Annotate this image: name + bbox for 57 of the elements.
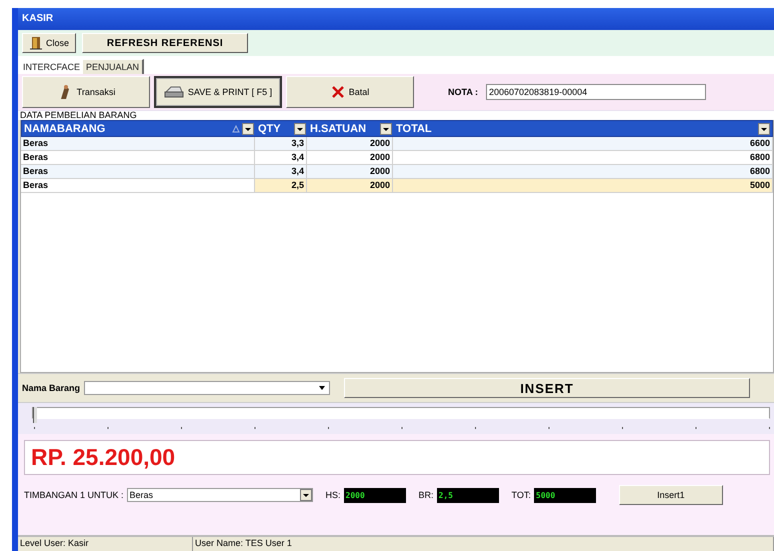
table-cell: 2000 xyxy=(307,165,393,179)
nota-label: NOTA : xyxy=(448,87,478,97)
close-button[interactable]: Close xyxy=(22,33,76,53)
nota-field[interactable]: 20060702083819-00004 xyxy=(486,84,706,100)
column-header[interactable]: NAMABARANG xyxy=(22,121,256,136)
table-cell: 2000 xyxy=(307,179,393,193)
dropdown-icon xyxy=(242,122,254,134)
readout-display: 2000 xyxy=(344,488,406,502)
item-dropdown[interactable]: Beras xyxy=(126,488,313,502)
dropdown-arrow-icon xyxy=(318,385,326,391)
grid-caption: DATA PEMBELIAN BARANG xyxy=(18,111,774,120)
readout-label: BR: xyxy=(418,490,434,500)
item-dropdown[interactable] xyxy=(84,381,330,395)
sort-icon xyxy=(232,124,240,132)
refresh-button[interactable]: REFRESH REFERENSI xyxy=(82,33,248,53)
window-title: KASIR xyxy=(18,8,774,30)
table-cell: 3,4 xyxy=(255,165,307,179)
dropdown-icon xyxy=(300,489,312,501)
insert-button[interactable]: Insert1 xyxy=(618,485,723,505)
batal-button[interactable]: Batal xyxy=(286,76,414,108)
table-cell: 5000 xyxy=(393,179,773,193)
table-cell: 6600 xyxy=(393,137,773,151)
table-cell: Beras xyxy=(21,179,255,193)
tab[interactable]: PENJUALAN xyxy=(83,59,144,74)
slider-thumb[interactable] xyxy=(33,407,37,423)
readout-display: 5000 xyxy=(534,488,596,502)
table-cell: 2000 xyxy=(307,137,393,151)
table-cell: 3,3 xyxy=(255,137,307,151)
cross-icon xyxy=(330,85,345,99)
table-cell: Beras xyxy=(21,137,255,151)
status-text: User Name: TES User 1 xyxy=(193,537,774,551)
table-cell: Beras xyxy=(21,165,255,179)
table-cell: 2000 xyxy=(307,151,393,165)
tab[interactable]: INTERCFACE xyxy=(20,60,84,74)
dropdown-icon xyxy=(758,122,770,134)
table-cell: 6800 xyxy=(393,151,773,165)
dropdown-icon xyxy=(294,122,306,134)
readout-display: 2,5 xyxy=(436,488,499,502)
table-cell: 3,4 xyxy=(255,151,307,165)
scale-label: TIMBANGAN 1 UNTUK : xyxy=(24,490,124,500)
table-cell: 2,5 xyxy=(255,179,307,193)
dropdown-icon xyxy=(380,122,392,134)
field-label: Nama Barang xyxy=(22,383,80,393)
column-header[interactable]: TOTAL xyxy=(394,121,772,136)
table-cell: Beras xyxy=(21,151,255,165)
status-text: Level User: Kasir xyxy=(18,537,193,551)
insert-button[interactable]: INSERT xyxy=(344,378,750,398)
table-cell: 6800 xyxy=(393,165,773,179)
readout-label: HS: xyxy=(326,490,341,500)
print-button[interactable]: SAVE & PRINT [ F5 ] xyxy=(154,76,282,108)
column-header[interactable]: H.SATUAN xyxy=(308,121,394,136)
printer-icon xyxy=(164,85,184,99)
readout-label: TOT: xyxy=(512,490,531,500)
door-icon xyxy=(29,36,43,50)
grand-total: RP. 25.200,00 xyxy=(24,440,770,475)
column-header[interactable]: QTY xyxy=(256,121,308,136)
transaksi-button[interactable]: Transaksi xyxy=(22,76,150,108)
